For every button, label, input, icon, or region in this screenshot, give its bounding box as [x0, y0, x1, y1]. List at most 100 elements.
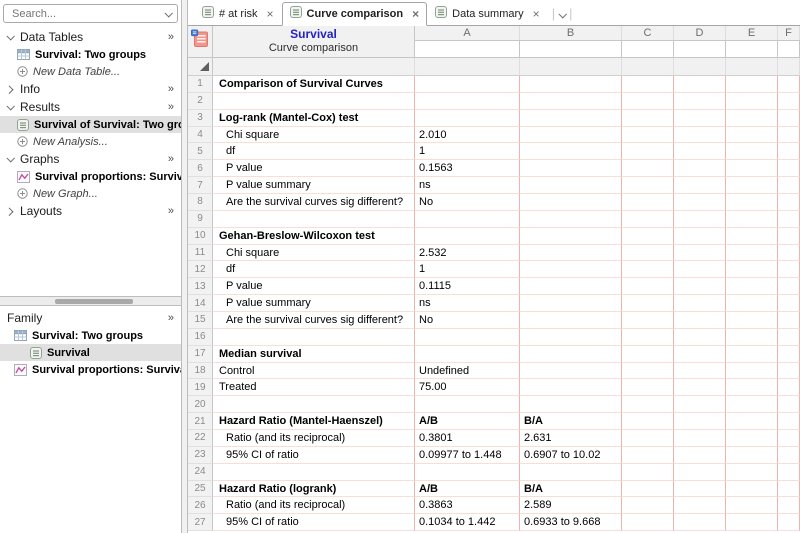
cell-b[interactable] [520, 363, 622, 380]
chevron-down-icon[interactable] [6, 102, 14, 110]
row-number[interactable]: 3 [188, 110, 213, 127]
cell-b[interactable] [520, 93, 622, 110]
cell-d[interactable] [674, 245, 726, 262]
cell-a[interactable] [415, 93, 520, 110]
cell-c[interactable] [622, 110, 674, 127]
row-number[interactable]: 21 [188, 413, 213, 430]
cell-e[interactable] [726, 143, 778, 160]
row-number[interactable]: 18 [188, 363, 213, 380]
cell-d[interactable] [674, 211, 726, 228]
cell-b[interactable] [520, 261, 622, 278]
nav-section-results[interactable]: Results» [0, 98, 181, 116]
row-label-cell[interactable] [213, 93, 415, 110]
cell-c[interactable] [622, 497, 674, 514]
close-icon[interactable]: × [412, 8, 419, 20]
row-number[interactable]: 5 [188, 143, 213, 160]
cell-f[interactable] [778, 447, 800, 464]
cell-b[interactable] [520, 396, 622, 413]
cell-a[interactable]: No [415, 194, 520, 211]
cell-c[interactable] [622, 194, 674, 211]
cell-b[interactable] [520, 127, 622, 144]
column-header-d[interactable]: D [674, 26, 726, 40]
section-expand-control[interactable]: » [168, 31, 174, 43]
row-label-cell[interactable]: P value summary [213, 295, 415, 312]
cell-e[interactable] [726, 413, 778, 430]
cell-e[interactable] [726, 76, 778, 93]
cell-d[interactable] [674, 464, 726, 481]
cell-e[interactable] [726, 312, 778, 329]
cell-d[interactable] [674, 295, 726, 312]
cell-c[interactable] [622, 363, 674, 380]
family-expand-control[interactable]: » [168, 312, 174, 324]
cell-f[interactable] [778, 413, 800, 430]
row-number[interactable]: 6 [188, 160, 213, 177]
cell-f[interactable] [778, 430, 800, 447]
row-number[interactable]: 14 [188, 295, 213, 312]
cell-e[interactable] [726, 447, 778, 464]
nav-section-graphs[interactable]: Graphs» [0, 150, 181, 168]
cell-f[interactable] [778, 211, 800, 228]
row-label-cell[interactable]: Chi square [213, 127, 415, 144]
cell-b[interactable] [520, 295, 622, 312]
row-title-label-cell[interactable] [213, 58, 415, 75]
cell-e[interactable] [726, 211, 778, 228]
nav-section-data-tables[interactable]: Data Tables» [0, 28, 181, 46]
sidebar-item-new-analysis[interactable]: New Analysis... [0, 133, 181, 150]
row-label-cell[interactable]: Comparison of Survival Curves [213, 76, 415, 93]
cell-a[interactable]: 75.00 [415, 379, 520, 396]
cell-f[interactable] [778, 93, 800, 110]
close-icon[interactable]: × [533, 8, 540, 20]
cell-a[interactable]: 1 [415, 143, 520, 160]
row-label-cell[interactable]: P value [213, 278, 415, 295]
cell-b[interactable] [520, 312, 622, 329]
cell-d[interactable] [674, 143, 726, 160]
cell-a[interactable]: ns [415, 295, 520, 312]
row-number[interactable]: 10 [188, 228, 213, 245]
tab-at-risk[interactable]: # at risk× [194, 2, 282, 26]
cell-e[interactable] [726, 481, 778, 498]
row-number[interactable]: 20 [188, 396, 213, 413]
sheet-title-cell[interactable]: Survival Curve comparison [213, 26, 415, 58]
tab-data-summary[interactable]: Data summary× [427, 2, 548, 26]
row-number[interactable]: 23 [188, 447, 213, 464]
column-title-cell-f[interactable] [778, 40, 800, 58]
cell-d[interactable] [674, 127, 726, 144]
cell-a[interactable] [415, 228, 520, 245]
cell-f[interactable] [778, 295, 800, 312]
cell-d[interactable] [674, 278, 726, 295]
cell-d[interactable] [674, 110, 726, 127]
row-label-cell[interactable] [213, 464, 415, 481]
row-label-cell[interactable] [213, 396, 415, 413]
cell-f[interactable] [778, 177, 800, 194]
column-header-a[interactable]: A [415, 26, 520, 40]
cell-e[interactable] [726, 514, 778, 531]
cell-d[interactable] [674, 93, 726, 110]
cell-e[interactable] [726, 430, 778, 447]
cell-a[interactable] [415, 464, 520, 481]
cell-f[interactable] [778, 261, 800, 278]
cell-a[interactable]: 0.3801 [415, 430, 520, 447]
cell-f[interactable] [778, 481, 800, 498]
cell-b[interactable] [520, 194, 622, 211]
close-icon[interactable]: × [267, 8, 274, 20]
cell-c[interactable] [622, 379, 674, 396]
cell-a[interactable] [415, 211, 520, 228]
cell-b[interactable] [520, 329, 622, 346]
cell-b[interactable] [520, 110, 622, 127]
cell-e[interactable] [726, 497, 778, 514]
cell-b[interactable] [520, 76, 622, 93]
cell-f[interactable] [778, 464, 800, 481]
cell-f[interactable] [778, 312, 800, 329]
cell-f[interactable] [778, 278, 800, 295]
cell-f[interactable] [778, 110, 800, 127]
family-item-survival-proportions-survival-of-s[interactable]: Survival proportions: Survival of S [0, 361, 181, 378]
family-item-survival[interactable]: Survival [0, 344, 181, 361]
cell-a[interactable]: 2.010 [415, 127, 520, 144]
cell-f[interactable] [778, 396, 800, 413]
cell-a[interactable]: 0.1115 [415, 278, 520, 295]
cell-c[interactable] [622, 127, 674, 144]
cell-d[interactable] [674, 481, 726, 498]
cell-c[interactable] [622, 261, 674, 278]
cell-e[interactable] [726, 379, 778, 396]
row-title-cell-c[interactable] [622, 58, 674, 75]
